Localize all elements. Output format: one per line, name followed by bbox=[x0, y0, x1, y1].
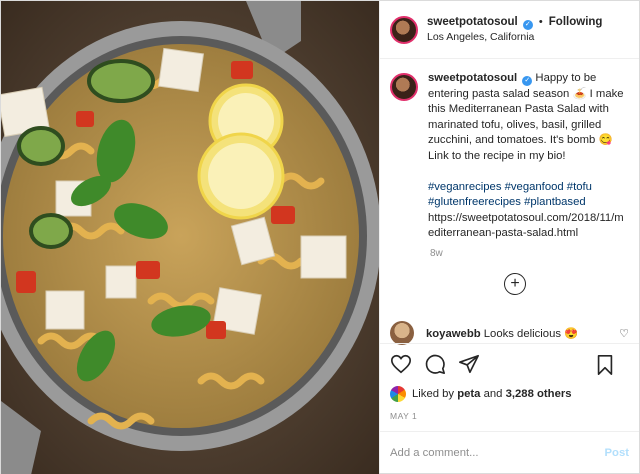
header-meta: sweetpotatosoul ✓ • Following Los Angele… bbox=[427, 15, 602, 45]
verified-badge-icon: ✓ bbox=[522, 19, 533, 30]
caption: sweetpotatosoul ✓ Happy to be entering p… bbox=[390, 71, 629, 242]
likes-others[interactable]: 3,288 others bbox=[506, 388, 572, 400]
author-username[interactable]: sweetpotatosoul bbox=[427, 16, 518, 28]
load-more-comments-plus-circle-icon[interactable]: + bbox=[504, 273, 526, 295]
add-comment-input[interactable] bbox=[390, 446, 605, 459]
caption-url: https://sweetpotatosoul.com/2018/11/medi… bbox=[428, 211, 624, 240]
author-avatar[interactable] bbox=[390, 15, 418, 44]
likes-row: Liked by peta and 3,288 others bbox=[380, 383, 639, 405]
caption-text-block: sweetpotatosoul ✓ Happy to be entering p… bbox=[428, 71, 629, 242]
pasta-salad-image bbox=[1, 1, 379, 474]
comment-text-block: koyawebb Looks delicious 😍 bbox=[426, 327, 578, 340]
action-bar bbox=[380, 343, 639, 383]
comment-icon[interactable] bbox=[424, 353, 446, 375]
header-separator: • bbox=[538, 15, 543, 28]
caption-avatar[interactable] bbox=[390, 73, 418, 101]
verified-badge-icon: ✓ bbox=[522, 76, 533, 86]
post-header: sweetpotatosoul ✓ • Following Los Angele… bbox=[380, 1, 639, 59]
comments-area: sweetpotatosoul ✓ Happy to be entering p… bbox=[380, 59, 639, 345]
heart-icon[interactable] bbox=[390, 353, 412, 375]
caption-username[interactable]: sweetpotatosoul bbox=[428, 72, 517, 84]
location-link[interactable]: Los Angeles, California bbox=[427, 30, 602, 45]
caption-time: 8w bbox=[430, 247, 443, 259]
post-comment-button[interactable]: Post bbox=[605, 447, 629, 459]
likes-prefix: Liked by bbox=[412, 388, 455, 400]
share-icon[interactable] bbox=[458, 353, 480, 375]
post-photo[interactable] bbox=[1, 1, 379, 474]
commenter-username[interactable]: koyawebb bbox=[426, 328, 481, 340]
post-date[interactable]: MAY 1 bbox=[380, 405, 639, 431]
commenter-avatar[interactable] bbox=[390, 321, 414, 345]
comment-text: Looks delicious 😍 bbox=[483, 327, 579, 340]
likes-user[interactable]: peta bbox=[457, 388, 480, 400]
comment-like-heart-icon[interactable]: ♡ bbox=[619, 327, 629, 340]
following-button[interactable]: Following bbox=[549, 16, 603, 28]
liker-avatar[interactable] bbox=[390, 386, 406, 402]
bookmark-icon[interactable] bbox=[595, 354, 615, 376]
likes-conjunction: and bbox=[483, 388, 503, 400]
post-sidebar: sweetpotatosoul ✓ • Following Los Angele… bbox=[379, 1, 639, 473]
instagram-post: sweetpotatosoul ✓ • Following Los Angele… bbox=[0, 0, 640, 474]
add-comment-bar: Post bbox=[380, 431, 639, 473]
comment-item: koyawebb Looks delicious 😍 ♡ bbox=[390, 321, 629, 345]
caption-hashtags[interactable]: #veganrecipes #veganfood #tofu #glutenfr… bbox=[428, 181, 592, 209]
